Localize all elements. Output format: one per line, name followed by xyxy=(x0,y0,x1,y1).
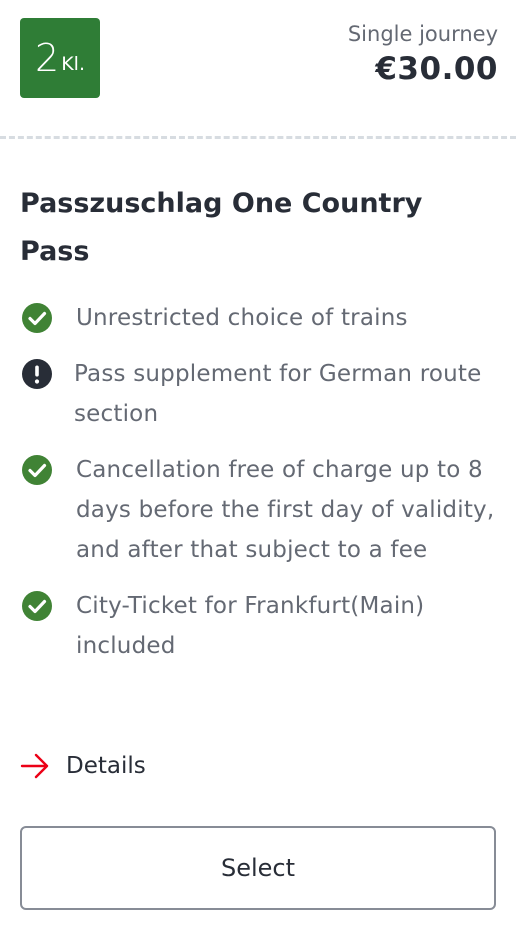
class-suffix: Kl. xyxy=(61,53,85,75)
feature-text: Cancellation free of charge up to 8 days… xyxy=(76,457,495,563)
check-circle-icon xyxy=(22,455,52,485)
check-circle-icon xyxy=(22,591,52,621)
class-badge: 2 Kl. xyxy=(20,18,100,98)
feature-text: Unrestricted choice of trains xyxy=(76,305,408,331)
class-number: 2 xyxy=(35,36,60,80)
feature-text: City-Ticket for Frankfurt(Main) included xyxy=(76,593,425,659)
feature-text: Pass supplement for German route section xyxy=(74,361,482,427)
offer-title: Passzuschlag One Country Pass xyxy=(20,188,423,267)
details-label: Details xyxy=(66,753,146,779)
price-block: Single journey €30.00 xyxy=(348,20,498,90)
check-circle-icon xyxy=(22,303,52,333)
feature-item: Unrestricted choice of trains xyxy=(20,298,496,338)
feature-item: City-Ticket for Frankfurt(Main) included xyxy=(20,586,496,666)
journey-type: Single journey xyxy=(347,22,498,46)
feature-item: Cancellation free of charge up to 8 days… xyxy=(20,450,496,570)
feature-list: Unrestricted choice of trains Pass suppl… xyxy=(20,298,496,682)
dashed-divider xyxy=(0,136,516,139)
select-button[interactable]: Select xyxy=(20,826,496,910)
arrow-right-icon xyxy=(20,753,49,779)
exclamation-circle-icon xyxy=(22,359,52,389)
feature-item: Pass supplement for German route section xyxy=(20,354,496,434)
price: €30.00 xyxy=(375,51,498,87)
details-link[interactable]: Details xyxy=(20,752,146,780)
